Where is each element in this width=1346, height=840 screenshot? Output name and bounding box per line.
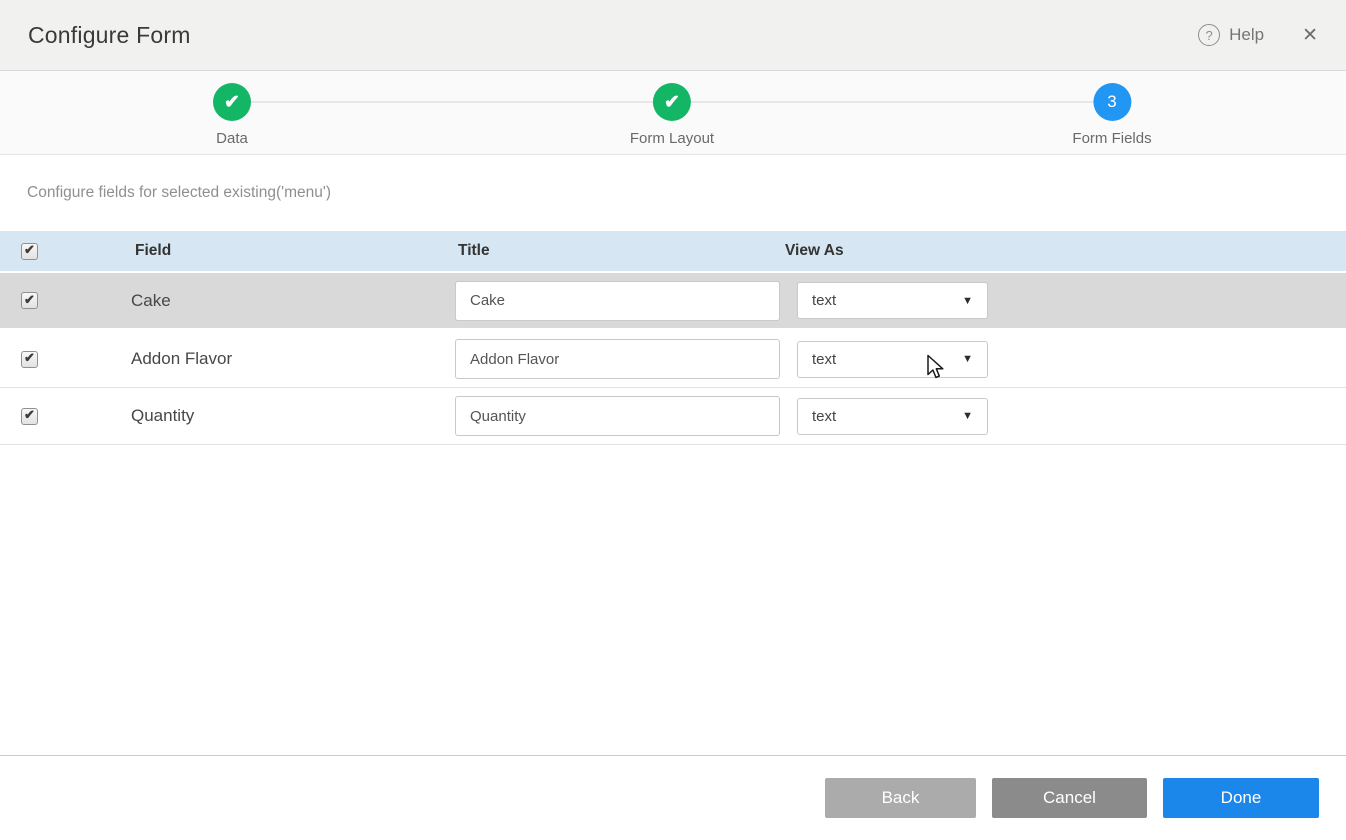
step-form-fields[interactable]: 3 Form Fields (1072, 83, 1151, 147)
close-icon[interactable]: ✕ (1302, 26, 1318, 45)
step-label: Form Fields (1072, 130, 1151, 147)
field-name-label: Cake (60, 291, 455, 311)
back-button[interactable]: Back (825, 778, 976, 818)
subtitle-bar: Configure fields for selected existing('… (0, 155, 1346, 231)
empty-content-area (0, 445, 1346, 755)
step-label: Form Layout (630, 130, 714, 147)
view-as-selected-value: text (812, 408, 836, 425)
step-number-badge: 3 (1093, 83, 1131, 121)
step-data[interactable]: ✔ Data (213, 83, 251, 147)
row-checkbox-cell: ✔ (0, 292, 60, 309)
view-as-selected-value: text (812, 351, 836, 368)
chevron-down-icon: ▼ (962, 295, 973, 307)
row-checkbox[interactable]: ✔ (21, 292, 38, 309)
page-title: Configure Form (28, 22, 191, 49)
check-icon: ✔ (224, 91, 240, 114)
title-cell (455, 281, 785, 321)
view-as-cell: text ▼ (785, 282, 1346, 319)
column-header-field: Field (60, 242, 455, 260)
wizard-stepper: ✔ Data ✔ Form Layout 3 Form Fields (0, 71, 1346, 155)
row-checkbox-cell: ✔ (0, 408, 60, 425)
done-button[interactable]: Done (1163, 778, 1319, 818)
view-as-cell: text ▼ (785, 398, 1346, 435)
checkmark-icon: ✔ (24, 242, 35, 258)
cancel-button[interactable]: Cancel (992, 778, 1147, 818)
subtitle-text: Configure fields for selected existing('… (27, 184, 331, 202)
checkmark-icon: ✔ (24, 350, 35, 366)
help-icon: ? (1198, 24, 1220, 46)
view-as-dropdown[interactable]: text ▼ (797, 341, 988, 378)
step-complete-icon: ✔ (653, 83, 691, 121)
row-checkbox-cell: ✔ (0, 351, 60, 368)
table-row: ✔ Cake text ▼ (0, 273, 1346, 331)
field-name-label: Quantity (60, 406, 455, 426)
view-as-cell: text ▼ (785, 341, 1346, 378)
column-header-view-as: View As (785, 242, 1346, 260)
select-all-cell: ✔ (0, 243, 60, 260)
titlebar-actions: ? Help ✕ (1198, 24, 1318, 46)
step-form-layout[interactable]: ✔ Form Layout (630, 83, 714, 147)
table-header-row: ✔ Field Title View As (0, 231, 1346, 271)
table-row: ✔ Addon Flavor text ▼ (0, 331, 1346, 388)
column-header-title: Title (455, 242, 785, 260)
chevron-down-icon: ▼ (962, 353, 973, 365)
title-input[interactable] (455, 281, 780, 321)
title-input[interactable] (455, 396, 780, 436)
dialog-titlebar: Configure Form ? Help ✕ (0, 0, 1346, 71)
title-cell (455, 396, 785, 436)
view-as-dropdown[interactable]: text ▼ (797, 398, 988, 435)
help-button[interactable]: ? Help (1198, 24, 1264, 46)
chevron-down-icon: ▼ (962, 410, 973, 422)
field-name-label: Addon Flavor (60, 349, 455, 369)
help-label: Help (1229, 25, 1264, 45)
row-checkbox[interactable]: ✔ (21, 351, 38, 368)
step-complete-icon: ✔ (213, 83, 251, 121)
step-number: 3 (1107, 92, 1116, 112)
footer-bar: Back Cancel Done (0, 755, 1346, 840)
checkmark-icon: ✔ (24, 407, 35, 423)
table-row: ✔ Quantity text ▼ (0, 388, 1346, 445)
checkmark-icon: ✔ (24, 292, 35, 308)
field-rows: ✔ Cake text ▼ ✔ Addon Flavor text ▼ (0, 273, 1346, 445)
step-label: Data (213, 130, 251, 147)
title-cell (455, 339, 785, 379)
row-checkbox[interactable]: ✔ (21, 408, 38, 425)
check-icon: ✔ (664, 91, 680, 114)
view-as-selected-value: text (812, 292, 836, 309)
title-input[interactable] (455, 339, 780, 379)
view-as-dropdown[interactable]: text ▼ (797, 282, 988, 319)
select-all-checkbox[interactable]: ✔ (21, 243, 38, 260)
